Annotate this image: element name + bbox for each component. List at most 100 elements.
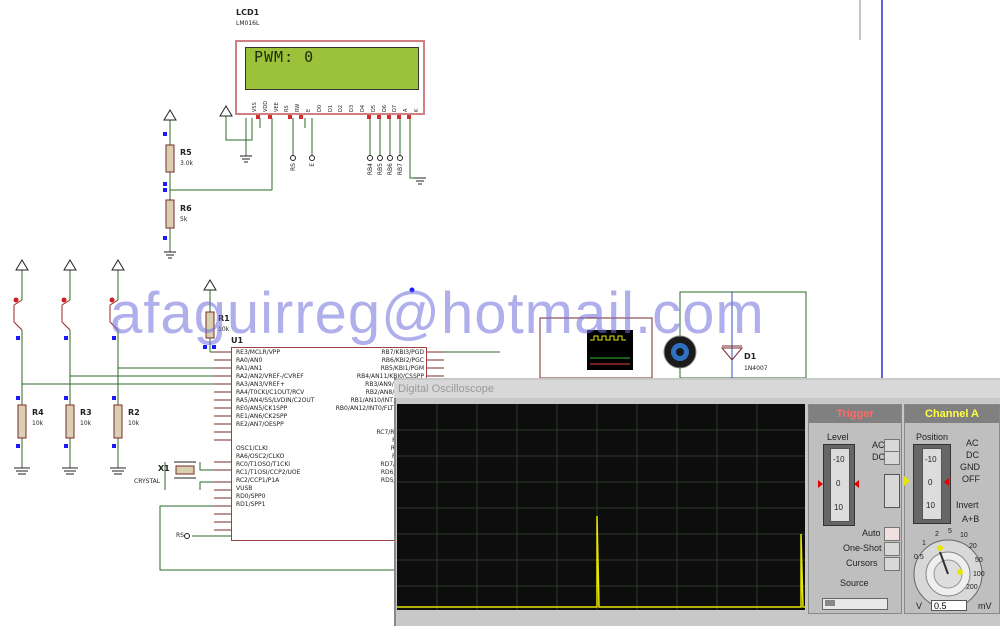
lcd-pin-label: VDD [262,100,269,112]
mcu-pin-label: RA4/T0CKI/C1OUT/RCV [236,389,305,396]
oscilloscope-title: Digital Oscilloscope [398,383,494,395]
lcd-pin-label: VEE [273,102,280,112]
mcu-pin-label: RC2/CCP1/P1A [236,477,280,484]
mcu-pin-label: RA6/OSC2/CLKO [236,453,285,460]
position-pointer-icon [904,476,910,486]
r6-ref: R6 [180,204,192,213]
mcu-pin-label: RE2/AN7/OESPP [236,421,284,428]
mcu-pin-label: OSC1/CLKI [236,445,268,452]
dial-number: 2 [935,531,939,538]
source-label: Source [840,578,869,588]
oscilloscope-grid [397,404,805,610]
lcd-pin-label: RS [284,105,291,112]
mcu-pin-label: RE1/AN6/CK2SPP [236,413,288,420]
dial-number: 5 [948,528,952,535]
x1-value: CRYSTAL [134,478,161,485]
r5-value: 3.0k [180,160,194,167]
mcu-pin-label: RD1/SPP1 [236,501,266,508]
scale-tick: -10 [925,455,937,464]
mcu-pin-label: RA0/AN0 [236,357,263,364]
lcd-pin-label: K [413,108,420,112]
scale-tick: 10 [834,503,843,512]
oscilloscope-screen [397,404,805,610]
r3-value: 10k [80,420,92,427]
dial-number: 100 [973,571,985,578]
cursors-button[interactable] [884,557,900,571]
mcu-pin-label: RA3/AN3/VREF+ [236,381,285,388]
lcd-net-label: E [309,163,316,167]
lcd-pin-label: VSS [252,102,258,112]
level-pointer-icon [818,480,823,488]
mcu-pin-label: RB6/KBI2/PGC [381,357,424,364]
mcu-pin-label: RD0/SPP0 [236,493,266,500]
level-pointer-icon [854,480,859,488]
auto-button[interactable] [884,527,900,541]
scale-tick: 10 [926,501,935,510]
dial-number: 1 [922,540,926,547]
lcd-net-label: RS [290,163,297,171]
scale-tick: -10 [833,455,845,464]
trigger-dc-switch[interactable] [884,451,900,465]
lcd-net-label: RB5 [377,163,384,176]
mcu-pin-label: RC0/T1OSO/T1CKI [236,461,291,468]
channel-position-scale: -10 0 10 [922,448,942,520]
x1-ref: X1 [158,464,170,473]
lcd-pin-label: D0 [316,104,323,112]
position-label: Position [916,432,949,442]
dial-number: 200 [966,584,978,591]
trigger-edge-switch[interactable] [884,474,900,508]
lcd-pin-label: D3 [349,104,356,112]
trigger-level-scale: -10 0 10 [830,448,850,522]
scale-tick: 0 [836,479,841,488]
lcd-display-text: PWM: 0 [254,48,315,66]
r6-value: 5k [180,216,188,223]
millivolts-unit-label: mV [978,601,992,611]
rs-net-label: RS [176,532,184,539]
email-watermark: afaguirreg@hotmail.com [110,281,765,346]
lcd-pin-label: E [305,108,312,112]
cursors-label: Cursors [846,558,878,568]
channel-coupling-gnd[interactable]: GND [960,462,980,472]
lcd-net-label: RB4 [367,163,374,176]
channel-coupling-off[interactable]: OFF [962,474,980,484]
mcu-pin-label: RB5/KBI1/PGM [380,365,424,372]
level-label: Level [827,432,849,442]
source-selector[interactable] [822,598,888,610]
trigger-coupling-ac[interactable]: AC [872,440,885,450]
mcu-pin-label: VUSB [236,485,253,492]
oscilloscope-titlebar[interactable]: Digital Oscilloscope [394,380,1000,398]
channel-coupling-dc[interactable]: DC [966,450,979,460]
lcd-pin-label: RW [295,103,302,112]
trigger-header: Trigger [809,405,901,423]
position-pointer-icon [944,478,949,486]
lcd-pin-label: D2 [338,104,345,112]
r4-value: 10k [32,420,44,427]
one-shot-button[interactable] [884,542,900,556]
auto-label: Auto [862,528,881,538]
lcd-pin-labels: VSS VDD VEE RS RW E D0 D1 D2 D3 D4 D5 D6… [252,92,420,112]
lcd-pin-label: D4 [359,104,366,112]
r2-ref: R2 [128,408,140,417]
channel-a-trace [397,515,805,608]
volts-value-field[interactable]: 0.5 [931,600,967,611]
source-slider-thumb[interactable] [825,600,835,606]
dial-number: 10 [960,532,968,539]
dial-number: 0.5 [914,554,924,561]
volts-unit-label: V [916,601,923,611]
lcd-model: LM016L [236,20,260,27]
a-plus-b-label[interactable]: A+B [962,514,979,524]
mcu-left-pin-list: RE3/MCLR/VPP RA0/AN0 RA1/AN1 RA2/AN2/VRE… [236,349,332,509]
channel-a-header: Channel A [905,405,999,423]
r4-ref: R4 [32,408,44,417]
lcd-pin-label: A [403,108,410,112]
invert-label[interactable]: Invert [956,500,979,510]
lcd-net-label: RB6 [387,163,394,176]
mcu-pin-label: RE3/MCLR/VPP [236,349,281,356]
r5-ref: R5 [180,148,192,157]
lcd-pin-label: D1 [327,104,334,112]
one-shot-label: One-Shot [843,543,882,553]
mcu-pin-label: RA2/AN2/VREF-/CVREF [236,373,304,380]
channel-coupling-ac[interactable]: AC [966,438,979,448]
d1-value: 1N4007 [744,365,768,372]
mcu-pin-label: RB7/KBI3/PGD [381,349,424,356]
